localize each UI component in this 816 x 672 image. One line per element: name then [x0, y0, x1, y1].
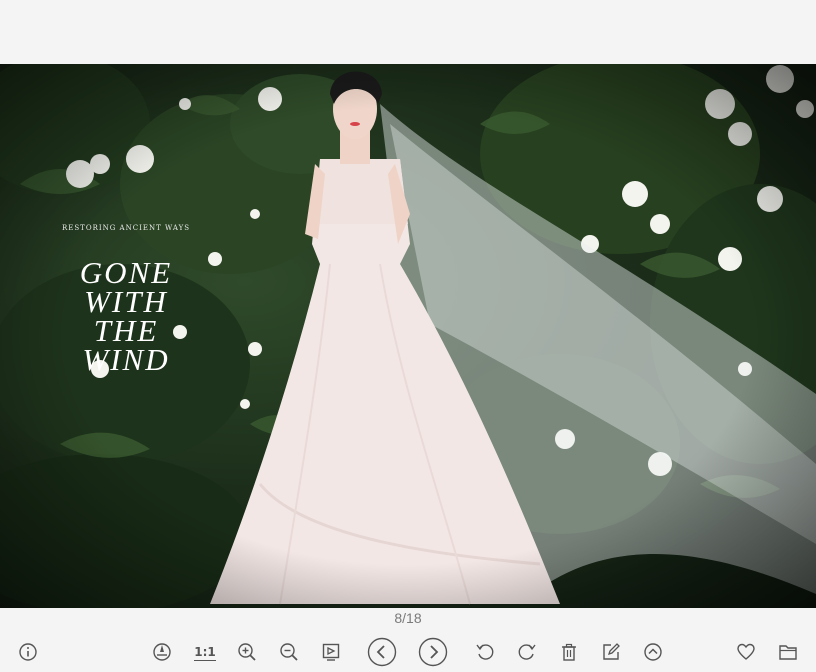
actual-size-icon: 1:1 [194, 645, 216, 661]
overlay-title-line: WITH [84, 284, 168, 319]
overlay-title-line: GONE [79, 255, 173, 290]
fit-to-window-button[interactable] [316, 638, 346, 666]
actual-size-button[interactable]: 1:1 [190, 638, 220, 666]
navigator-button[interactable] [147, 638, 177, 666]
next-icon [418, 637, 448, 667]
rotate-right-icon [518, 644, 536, 660]
overlay-subtitle: RESTORING ANCIENT WAYS [61, 224, 191, 232]
upload-button[interactable] [638, 638, 668, 666]
image-counter: 8/18 [394, 610, 422, 626]
favorite-button[interactable] [731, 638, 761, 666]
zoom-in-button[interactable] [232, 638, 262, 666]
overlay-title-line: WIND [82, 342, 170, 377]
next-button[interactable] [418, 637, 448, 667]
upload-icon [644, 643, 662, 661]
compass-icon [153, 643, 171, 661]
folder-icon [779, 645, 797, 660]
favorite-icon [737, 643, 755, 660]
top-bar [0, 0, 816, 64]
zoom-out-button[interactable] [274, 638, 304, 666]
info-button[interactable] [13, 638, 43, 666]
rotate-right-button[interactable] [512, 638, 542, 666]
image-viewer-window: RESTORING ANCIENT WAYS GONE WITH THE WIN… [0, 0, 816, 672]
delete-icon [562, 643, 576, 661]
bottom-toolbar: 1:1 [0, 632, 816, 672]
actual-size-label: 1:1 [194, 645, 216, 661]
zoom-in-icon [238, 643, 256, 661]
delete-button[interactable] [554, 638, 584, 666]
edit-icon [603, 643, 620, 660]
open-folder-button[interactable] [773, 638, 803, 666]
edit-button[interactable] [596, 638, 626, 666]
rotate-left-button[interactable] [470, 638, 500, 666]
previous-icon [367, 637, 397, 667]
photo-canvas[interactable]: RESTORING ANCIENT WAYS GONE WITH THE WIN… [0, 64, 816, 608]
overlay-title-line: THE [93, 313, 159, 348]
fit-to-window-icon [322, 643, 340, 661]
rotate-left-icon [476, 644, 494, 660]
overlay-title: GONE WITH THE WIND [56, 255, 196, 377]
info-icon [19, 643, 37, 661]
previous-button[interactable] [367, 637, 397, 667]
photo-overlay-text: RESTORING ANCIENT WAYS GONE WITH THE WIN… [56, 224, 196, 377]
zoom-out-icon [280, 643, 298, 661]
